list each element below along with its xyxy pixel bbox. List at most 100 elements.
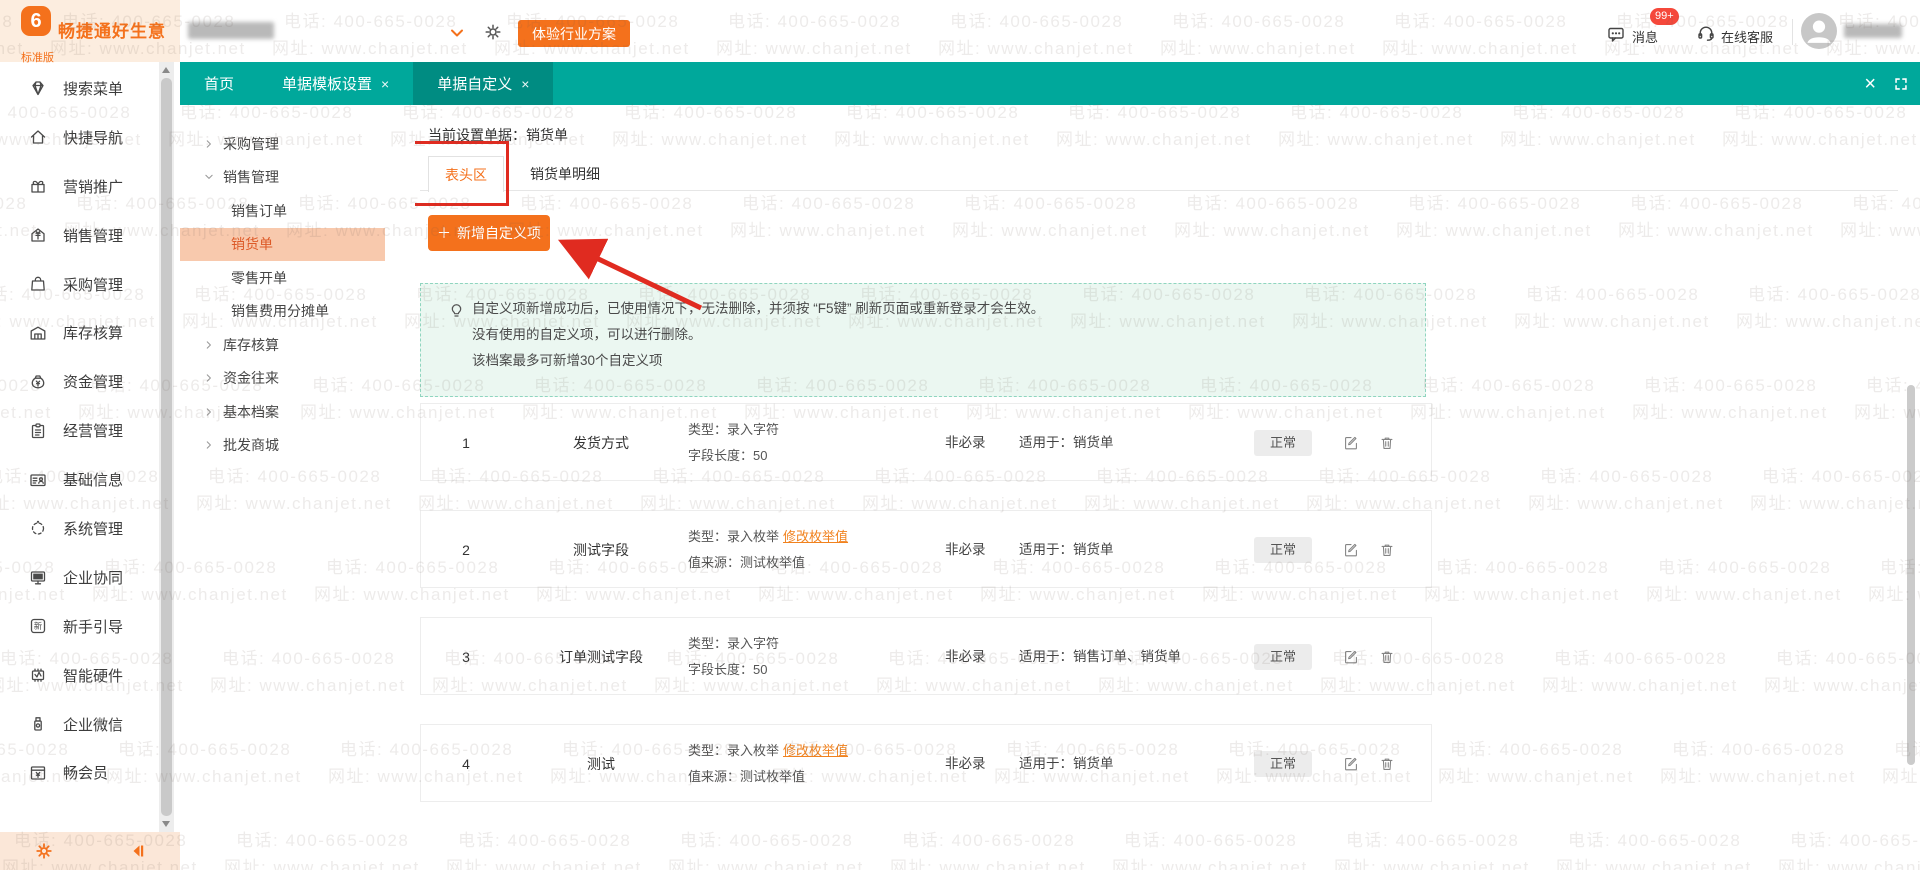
delete-icon[interactable] [1378, 434, 1396, 452]
delete-icon[interactable] [1378, 755, 1396, 773]
sidebar-item-1[interactable]: 搜索菜单 [0, 64, 158, 113]
top-header: 6 畅捷通好生意 标准版 体验行业方案 消息 99+ 在线客服 [0, 0, 1920, 62]
brand-area: 6 畅捷通好生意 标准版 [0, 0, 180, 62]
syscircle-icon [28, 518, 48, 538]
row-applies: 适用于：销售订单、销货单 [1019, 618, 1181, 696]
tree-item[interactable]: 零售开单 [180, 261, 415, 295]
edit-icon[interactable] [1342, 755, 1360, 773]
sidebar-item-10[interactable]: 系统管理 [0, 504, 158, 553]
row-field-name: 测试字段 [521, 511, 681, 589]
row-required: 非必录 [945, 725, 986, 803]
sidebar-settings-gear-icon[interactable] [34, 841, 54, 861]
main-sidebar: 搜索菜单 快捷导航 营销推广 销售管理 采购管理 库存核算 资金管理 经营管理 … [0, 62, 180, 870]
messages-label[interactable]: 消息 [1632, 27, 1658, 46]
row-meta: 类型：录入字符 字段长度：50 [688, 631, 779, 683]
monitor-icon [28, 567, 48, 587]
sidebar-scrollbar-thumb[interactable] [161, 78, 172, 816]
row-meta: 类型：录入枚举修改枚举值 值来源：测试枚举值 [688, 738, 848, 790]
custom-field-list: 1 发货方式 类型：录入字符 字段长度：50 非必录 适用于：销货单 正常 2 … [420, 403, 1432, 831]
tree-item[interactable]: 库存核算 [180, 328, 415, 362]
scroll-down-icon[interactable] [162, 821, 170, 827]
sidebar-item-15[interactable]: 畅会员 [0, 748, 158, 797]
collapse-sidebar-icon[interactable] [128, 841, 148, 861]
scroll-up-icon[interactable] [162, 67, 170, 73]
sell-icon [28, 225, 48, 245]
message-bubble-icon[interactable] [1606, 24, 1626, 44]
sidebar-item-5[interactable]: 采购管理 [0, 260, 158, 309]
chanjet-logo-icon: 6 [21, 6, 53, 40]
chevron-down-icon[interactable] [447, 23, 467, 43]
sidebar-item-6[interactable]: 库存核算 [0, 308, 158, 357]
modify-enum-link[interactable]: 修改枚举值 [783, 529, 848, 544]
settings-gear-icon[interactable] [483, 22, 503, 42]
member-icon [28, 763, 48, 783]
status-badge[interactable]: 正常 [1254, 644, 1312, 670]
online-support-label[interactable]: 在线客服 [1721, 27, 1773, 46]
row-required: 非必录 [945, 618, 986, 696]
sidebar-item-2[interactable]: 快捷导航 [0, 113, 158, 162]
modify-enum-link[interactable]: 修改枚举值 [783, 743, 848, 758]
chevron-right-icon [202, 371, 216, 385]
user-avatar[interactable] [1801, 13, 1837, 49]
tree-item[interactable]: 采购管理 [180, 127, 415, 161]
sidebar-item-3[interactable]: 营销推广 [0, 162, 158, 211]
chevron-right-icon [202, 438, 216, 452]
current-doc-label: 当前设置单据：销货单 [428, 125, 568, 145]
status-badge[interactable]: 正常 [1254, 751, 1312, 777]
tree-item[interactable]: 销售管理 [180, 161, 415, 195]
sidebar-scrollbar[interactable] [159, 62, 174, 832]
tree-item[interactable]: 资金往来 [180, 362, 415, 396]
content-scrollbar-thumb[interactable] [1907, 385, 1915, 765]
sidebar-item-11[interactable]: 企业协同 [0, 553, 158, 602]
row-field-name: 发货方式 [521, 404, 681, 482]
notice-line: 没有使用的自定义项，可以进行删除。 [447, 322, 1425, 348]
row-meta: 类型：录入字符 字段长度：50 [688, 417, 779, 469]
delete-icon[interactable] [1378, 648, 1396, 666]
tab-close-icon[interactable]: × [381, 77, 389, 91]
sidebar-item-4[interactable]: 销售管理 [0, 211, 158, 260]
open-tabs: 首页 单据模板设置 × 单据自定义 × [180, 62, 553, 105]
username-redacted [1844, 24, 1902, 38]
chevron-right-icon [202, 405, 216, 419]
tabbar-actions: × [1864, 62, 1910, 105]
sidebar-item-14[interactable]: 企业微信 [0, 700, 158, 749]
tree-item[interactable]: 基本档案 [180, 395, 415, 429]
row-index: 3 [449, 618, 483, 696]
tree-item[interactable]: 销售费用分摊单 [180, 295, 415, 329]
tree-item[interactable]: 销货单 [180, 228, 385, 262]
status-badge[interactable]: 正常 [1254, 430, 1312, 456]
delete-icon[interactable] [1378, 541, 1396, 559]
close-icon[interactable]: × [1864, 74, 1876, 94]
status-badge[interactable]: 正常 [1254, 537, 1312, 563]
sidebar-item-13[interactable]: 智能硬件 [0, 651, 158, 700]
clipboard-icon [28, 421, 48, 441]
table-row: 2 测试字段 类型：录入枚举修改枚举值 值来源：测试枚举值 非必录 适用于：销货… [420, 510, 1432, 588]
sidebar-item-12[interactable]: 新 新手引导 [0, 602, 158, 651]
sidebar-item-7[interactable]: 资金管理 [0, 357, 158, 406]
add-custom-field-button[interactable]: ＋ 新增自定义项 [428, 215, 550, 251]
row-applies: 适用于：销货单 [1019, 725, 1114, 803]
table-row: 1 发货方式 类型：录入字符 字段长度：50 非必录 适用于：销货单 正常 [420, 403, 1432, 481]
custom-field-panel: 当前设置单据：销货单 表头区 销货单明细 ＋ 新增自定义项 自定义项新增成功后，… [415, 105, 1920, 870]
tab[interactable]: 单据模板设置 × [258, 62, 413, 105]
tree-item[interactable]: 销售订单 [180, 194, 415, 228]
sidebar-item-8[interactable]: 经营管理 [0, 406, 158, 455]
edit-icon[interactable] [1342, 648, 1360, 666]
tab-close-icon[interactable]: × [521, 77, 529, 91]
edit-icon[interactable] [1342, 434, 1360, 452]
trial-industry-plan-button[interactable]: 体验行业方案 [518, 20, 630, 47]
headset-icon[interactable] [1696, 23, 1716, 43]
notice-line: 该档案最多可新增30个自定义项 [447, 348, 1425, 374]
tab[interactable]: 首页 [180, 62, 258, 105]
tab[interactable]: 单据自定义 × [413, 62, 553, 105]
tab-detail-zone[interactable]: 销货单明细 [530, 156, 600, 191]
fullscreen-icon[interactable] [1892, 75, 1910, 93]
row-meta: 类型：录入枚举修改枚举值 值来源：测试枚举值 [688, 524, 848, 576]
row-index: 4 [449, 725, 483, 803]
tab-header-zone[interactable]: 表头区 [428, 156, 504, 192]
tree-item[interactable]: 批发商城 [180, 429, 415, 463]
sidebar-item-9[interactable]: 基础信息 [0, 455, 158, 504]
header-divider [1792, 19, 1793, 45]
row-index: 2 [449, 511, 483, 589]
edit-icon[interactable] [1342, 541, 1360, 559]
